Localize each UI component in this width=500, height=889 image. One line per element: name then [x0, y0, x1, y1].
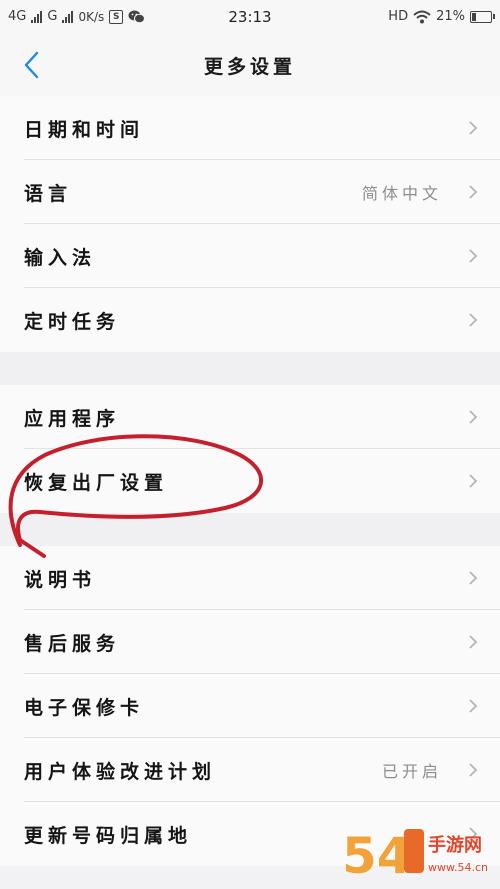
- row-label: 说明书: [24, 568, 97, 591]
- chevron-right-icon: [469, 185, 478, 199]
- status-right: HD 21%: [388, 9, 495, 24]
- page-title: 更多设置: [203, 56, 296, 78]
- chevron-right-icon: [469, 699, 478, 713]
- settings-group-2: 应用程序 恢复出厂设置: [0, 385, 500, 513]
- row-label: 语言: [24, 182, 73, 205]
- chevron-right-icon: [469, 827, 478, 841]
- row-label: 应用程序: [24, 407, 121, 430]
- row-scheduled-tasks[interactable]: 定时任务: [0, 288, 500, 352]
- row-label: 售后服务: [24, 632, 121, 655]
- row-label: 输入法: [24, 246, 97, 269]
- chevron-right-icon: [469, 635, 478, 649]
- row-value: 简体中文: [361, 184, 442, 203]
- chevron-right-icon: [469, 121, 478, 135]
- row-applications[interactable]: 应用程序: [0, 385, 500, 449]
- row-date-time[interactable]: 日期和时间: [0, 96, 500, 160]
- hd-indicator: HD: [388, 9, 409, 24]
- row-label: 定时任务: [24, 310, 121, 333]
- row-label: 更新号码归属地: [24, 824, 193, 847]
- status-bar: 4G G 0K/s S 23:13 HD 21%: [0, 0, 500, 34]
- chevron-right-icon: [469, 249, 478, 263]
- header: 更多设置: [0, 34, 500, 97]
- row-after-sales[interactable]: 售后服务: [0, 610, 500, 674]
- row-language[interactable]: 语言 简体中文: [0, 160, 500, 224]
- row-user-experience[interactable]: 用户体验改进计划 已开启: [0, 738, 500, 802]
- chevron-right-icon: [469, 763, 478, 777]
- chevron-right-icon: [469, 474, 478, 488]
- chevron-right-icon: [469, 313, 478, 327]
- row-label: 电子保修卡: [24, 696, 145, 719]
- chevron-right-icon: [469, 410, 478, 424]
- settings-group-1: 日期和时间 语言 简体中文 输入法 定时任务: [0, 96, 500, 352]
- row-value: 已开启: [381, 762, 442, 781]
- row-number-location[interactable]: 更新号码归属地: [0, 802, 500, 866]
- row-warranty-card[interactable]: 电子保修卡: [0, 674, 500, 738]
- chevron-right-icon: [469, 571, 478, 585]
- section-spacer: [0, 352, 500, 385]
- wifi-icon: [413, 10, 431, 23]
- section-spacer: [0, 513, 500, 546]
- row-manual[interactable]: 说明书: [0, 546, 500, 610]
- settings-group-3: 说明书 售后服务 电子保修卡 用户体验改进计划 已开启 更新号码归属地: [0, 546, 500, 866]
- row-label: 恢复出厂设置: [24, 471, 169, 494]
- battery-percent: 21%: [436, 9, 465, 24]
- battery-icon: [470, 10, 495, 23]
- row-input-method[interactable]: 输入法: [0, 224, 500, 288]
- row-factory-reset[interactable]: 恢复出厂设置: [0, 449, 500, 513]
- row-label: 日期和时间: [24, 118, 145, 141]
- battery-fill: [472, 12, 477, 21]
- row-label: 用户体验改进计划: [24, 760, 217, 783]
